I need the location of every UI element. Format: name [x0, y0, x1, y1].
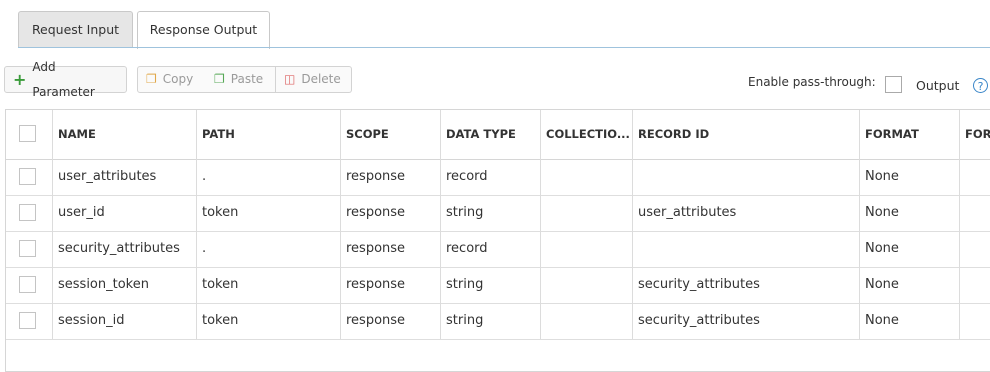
table-row[interactable]: user_id token response string user_attri… — [6, 195, 990, 232]
column-header-scope[interactable]: SCOPE — [341, 110, 441, 159]
cell-record-id[interactable]: security_attributes — [633, 267, 860, 303]
cell-format[interactable]: None — [860, 159, 960, 195]
trash-icon: ◫ — [284, 72, 296, 86]
cell-format[interactable]: None — [860, 195, 960, 231]
cell-format-2[interactable] — [960, 195, 990, 231]
cell-path[interactable]: . — [197, 159, 341, 195]
column-header-format[interactable]: FORMAT — [860, 110, 960, 159]
output-label: Output — [916, 78, 960, 93]
passthrough-label: Enable pass-through: — [748, 75, 876, 89]
cell-data-type[interactable]: string — [441, 195, 541, 231]
tab-request-input[interactable]: Request Input — [18, 11, 133, 47]
table-row[interactable]: user_attributes . response record None — [6, 159, 990, 196]
cell-data-type[interactable]: record — [441, 231, 541, 267]
tab-response-output[interactable]: Response Output — [137, 11, 270, 49]
paste-label: Paste — [230, 72, 264, 86]
cell-name[interactable]: security_attributes — [53, 231, 197, 267]
cell-collection[interactable] — [541, 267, 633, 303]
row-checkbox[interactable] — [19, 168, 36, 185]
copy-label: Copy — [162, 72, 194, 86]
paste-icon: ❐ — [214, 72, 225, 86]
cell-format-2[interactable] — [960, 231, 990, 267]
column-header-path[interactable]: PATH — [197, 110, 341, 159]
row-checkbox[interactable] — [19, 240, 36, 257]
row-checkbox[interactable] — [19, 312, 36, 329]
copy-button[interactable]: ❐ Copy — [137, 66, 207, 93]
paste-button[interactable]: ❐ Paste — [206, 66, 276, 93]
delete-label: Delete — [301, 72, 341, 86]
tab-underline — [18, 47, 990, 48]
cell-name[interactable]: session_id — [53, 303, 197, 339]
cell-name[interactable]: user_id — [53, 195, 197, 231]
column-header-record-id[interactable]: RECORD ID — [633, 110, 860, 159]
cell-format[interactable]: None — [860, 303, 960, 339]
cell-scope[interactable]: response — [341, 195, 441, 231]
row-checkbox[interactable] — [19, 276, 36, 293]
column-header-collection[interactable]: COLLECTIO... — [541, 110, 633, 159]
add-parameter-label: Add Parameter — [32, 59, 95, 99]
parameters-table: NAME PATH SCOPE DATA TYPE COLLECTIO... R… — [5, 109, 990, 372]
row-checkbox[interactable] — [19, 204, 36, 221]
cell-format-2[interactable] — [960, 267, 990, 303]
cell-collection[interactable] — [541, 195, 633, 231]
cell-scope[interactable]: response — [341, 303, 441, 339]
cell-record-id[interactable]: user_attributes — [633, 195, 860, 231]
cell-scope[interactable]: response — [341, 231, 441, 267]
cell-data-type[interactable]: record — [441, 159, 541, 195]
cell-collection[interactable] — [541, 303, 633, 339]
delete-button[interactable]: ◫ Delete — [276, 66, 352, 93]
row-select-cell — [6, 231, 53, 267]
add-parameter-button[interactable]: + Add Parameter — [4, 60, 127, 99]
select-all-checkbox[interactable] — [19, 125, 36, 142]
column-header-name[interactable]: NAME — [53, 110, 197, 159]
cell-path[interactable]: token — [197, 195, 341, 231]
column-header-format-2[interactable]: FORI — [960, 110, 990, 159]
column-header-data-type[interactable]: DATA TYPE — [441, 110, 541, 159]
row-select-cell — [6, 303, 53, 339]
copy-icon: ❐ — [146, 72, 157, 86]
output-passthrough-checkbox[interactable] — [885, 76, 902, 93]
cell-format[interactable]: None — [860, 231, 960, 267]
cell-collection[interactable] — [541, 159, 633, 195]
tab-bar: Request Input Response Output — [0, 0, 990, 49]
cell-format[interactable]: None — [860, 267, 960, 303]
cell-scope[interactable]: response — [341, 267, 441, 303]
table-row[interactable]: session_token token response string secu… — [6, 267, 990, 304]
help-icon[interactable]: ? — [973, 78, 988, 93]
row-select-cell — [6, 159, 53, 195]
cell-record-id[interactable]: security_attributes — [633, 303, 860, 339]
cell-scope[interactable]: response — [341, 159, 441, 195]
table-row[interactable]: security_attributes . response record No… — [6, 231, 990, 268]
cell-name[interactable]: session_token — [53, 267, 197, 303]
cell-collection[interactable] — [541, 231, 633, 267]
row-select-cell — [6, 195, 53, 231]
table-row[interactable]: session_id token response string securit… — [6, 303, 990, 340]
plus-icon: + — [13, 69, 27, 89]
cell-format-2[interactable] — [960, 159, 990, 195]
cell-name[interactable]: user_attributes — [53, 159, 197, 195]
table-header: NAME PATH SCOPE DATA TYPE COLLECTIO... R… — [6, 110, 990, 160]
cell-data-type[interactable]: string — [441, 267, 541, 303]
cell-record-id[interactable] — [633, 231, 860, 267]
cell-path[interactable]: . — [197, 231, 341, 267]
header-select-cell — [6, 110, 53, 159]
row-select-cell — [6, 267, 53, 303]
cell-data-type[interactable]: string — [441, 303, 541, 339]
cell-path[interactable]: token — [197, 303, 341, 339]
cell-path[interactable]: token — [197, 267, 341, 303]
cell-format-2[interactable] — [960, 303, 990, 339]
cell-record-id[interactable] — [633, 159, 860, 195]
